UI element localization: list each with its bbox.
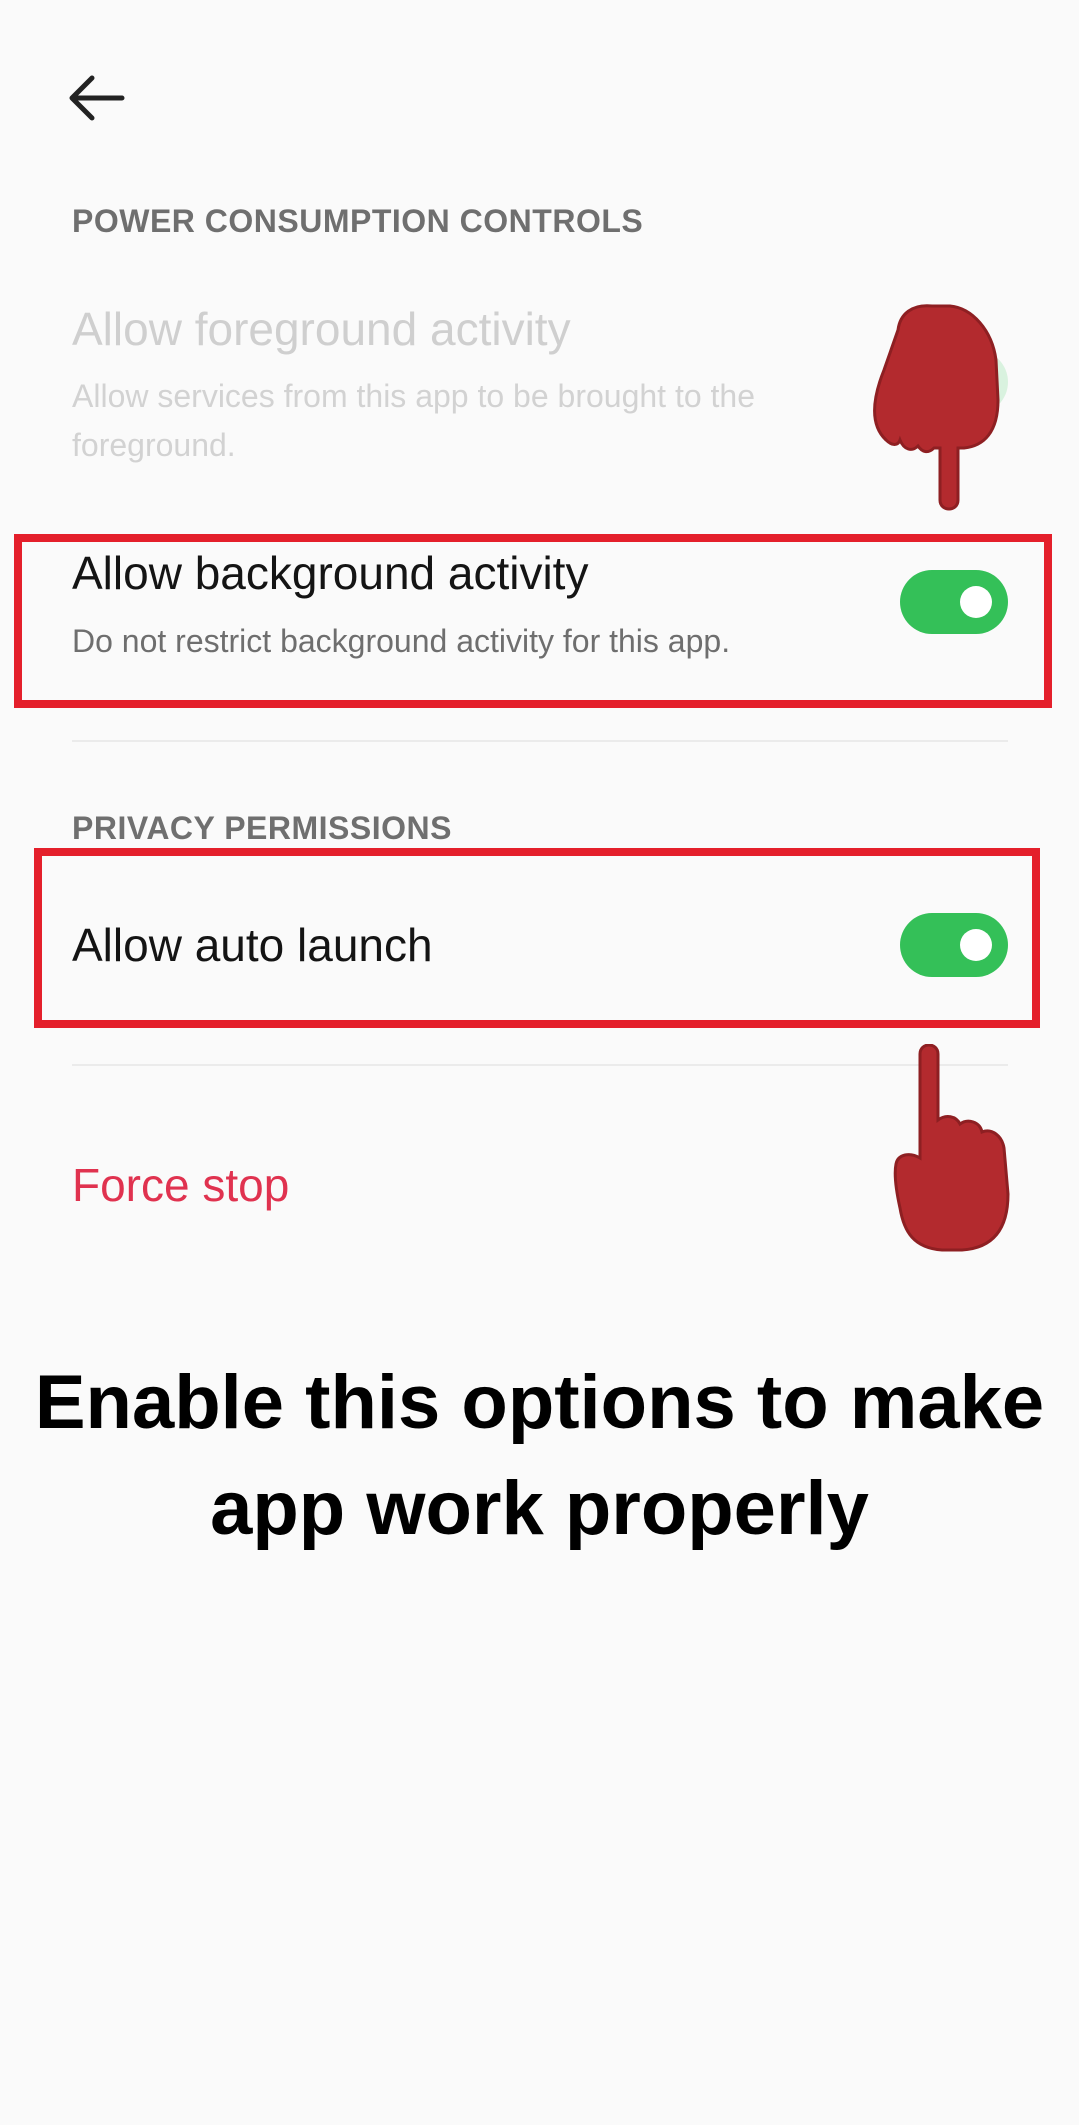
section-header-privacy: PRIVACY PERMISSIONS	[72, 810, 452, 846]
foreground-activity-subtitle: Allow services from this app to be broug…	[72, 378, 756, 463]
foreground-activity-title: Allow foreground activity	[72, 303, 571, 355]
divider	[72, 740, 1008, 742]
highlight-box-background-activity	[14, 534, 1052, 708]
highlight-box-auto-launch	[34, 848, 1040, 1028]
divider	[72, 1064, 1008, 1066]
back-arrow-icon[interactable]	[60, 70, 132, 126]
pointing-hand-up-icon	[890, 1043, 1020, 1256]
force-stop-button[interactable]: Force stop	[72, 1158, 289, 1212]
instruction-caption: Enable this options to make app work pro…	[34, 1360, 1045, 1551]
pointing-hand-down-icon	[872, 300, 1022, 516]
section-header-power: POWER CONSUMPTION CONTROLS	[72, 203, 644, 239]
